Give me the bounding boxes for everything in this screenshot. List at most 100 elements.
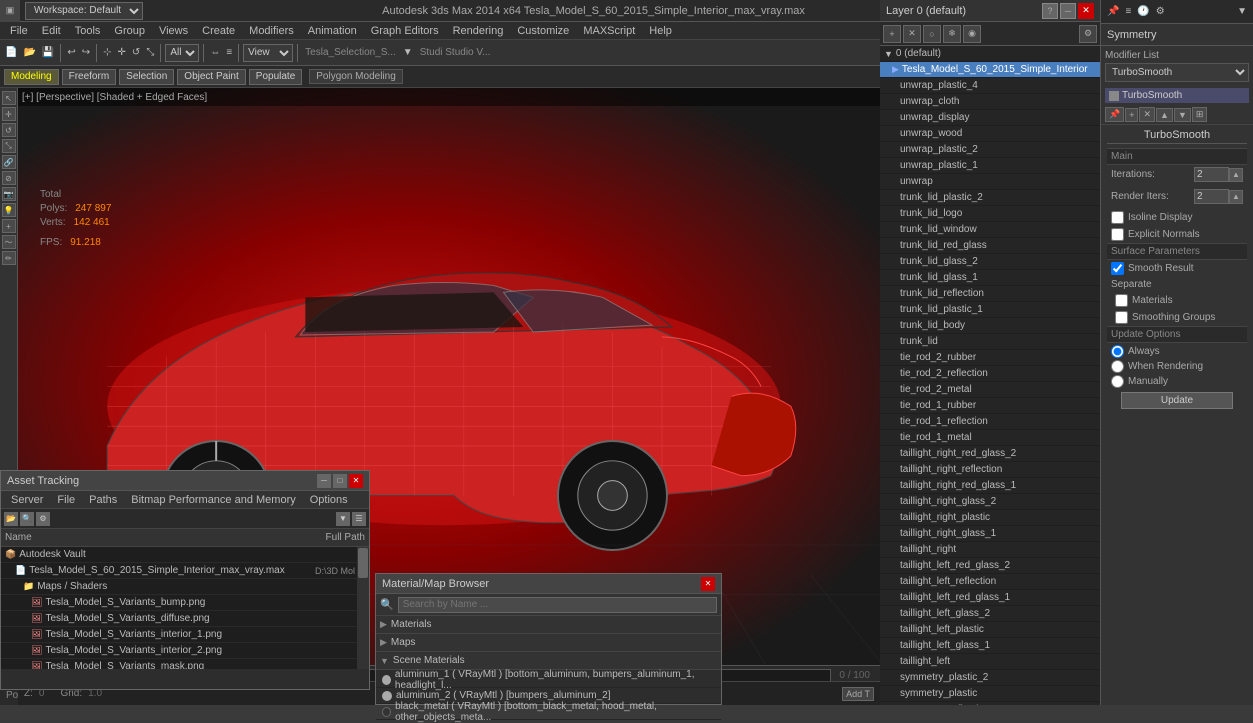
layer-item-15[interactable]: trunk_lid_reflection bbox=[880, 286, 1100, 302]
layer-item-2[interactable]: unwrap_plastic_4 bbox=[880, 78, 1100, 94]
layer-item-3[interactable]: unwrap_cloth bbox=[880, 94, 1100, 110]
menu-edit[interactable]: Edit bbox=[36, 24, 67, 38]
layers-minimize-btn[interactable]: ─ bbox=[1060, 3, 1076, 19]
layer-freeze-btn[interactable]: ❄ bbox=[943, 25, 961, 43]
modeling-mode-btn[interactable]: Modeling bbox=[4, 69, 59, 85]
mod-remove-btn[interactable]: ✕ bbox=[1139, 107, 1155, 122]
mod-settings-icon[interactable]: ⚙ bbox=[1154, 4, 1167, 19]
asset-map-2[interactable]: 🖼 Tesla_Model_S_Variants_diffuse.png bbox=[1, 611, 369, 627]
layer-item-35[interactable]: taillight_left_glass_2 bbox=[880, 606, 1100, 622]
scale-tool[interactable]: ⤡ bbox=[2, 139, 16, 153]
update-btn[interactable]: Update bbox=[1121, 392, 1233, 409]
open-icon[interactable]: 📂 bbox=[21, 45, 37, 60]
align-icon[interactable]: ≡ bbox=[224, 45, 234, 60]
layer-item-31[interactable]: taillight_right bbox=[880, 542, 1100, 558]
layer-item-40[interactable]: symmetry_plastic bbox=[880, 686, 1100, 702]
layer-item-13[interactable]: trunk_lid_glass_2 bbox=[880, 254, 1100, 270]
layer-item-34[interactable]: taillight_left_red_glass_1 bbox=[880, 590, 1100, 606]
selection-filter[interactable]: All bbox=[165, 44, 199, 62]
mod-copy-btn[interactable]: ⊞ bbox=[1192, 107, 1208, 122]
redo-icon[interactable]: ↪ bbox=[80, 45, 92, 60]
new-icon[interactable]: 📄 bbox=[3, 45, 19, 60]
add-time-btn[interactable]: Add T bbox=[842, 687, 874, 701]
select-tool[interactable]: ↖ bbox=[2, 91, 16, 105]
layer-item-32[interactable]: taillight_left_red_glass_2 bbox=[880, 558, 1100, 574]
layer-render-btn[interactable]: ◉ bbox=[963, 25, 981, 43]
menu-file[interactable]: File bbox=[4, 24, 34, 38]
rotate-tool[interactable]: ↺ bbox=[2, 123, 16, 137]
asset-map-5[interactable]: 🖼 Tesla_Model_S_Variants_mask.png bbox=[1, 659, 369, 669]
always-radio[interactable] bbox=[1111, 345, 1124, 358]
freeform-mode-btn[interactable]: Freeform bbox=[62, 69, 117, 85]
mat-item-1[interactable]: aluminum_1 ( VRayMtl ) [bottom_aluminum,… bbox=[376, 672, 721, 688]
mat-close-btn[interactable]: ✕ bbox=[701, 577, 715, 591]
asset-minimize-btn[interactable]: ─ bbox=[317, 474, 331, 488]
layer-item-19[interactable]: tie_rod_2_rubber bbox=[880, 350, 1100, 366]
layer-item-30[interactable]: taillight_right_glass_1 bbox=[880, 526, 1100, 542]
layer-item-29[interactable]: taillight_right_plastic bbox=[880, 510, 1100, 526]
mod-down-btn[interactable]: ▼ bbox=[1174, 108, 1191, 122]
menu-graph-editors[interactable]: Graph Editors bbox=[365, 24, 445, 38]
layer-item-8[interactable]: unwrap bbox=[880, 174, 1100, 190]
menu-rendering[interactable]: Rendering bbox=[447, 24, 510, 38]
layer-item-18[interactable]: trunk_lid bbox=[880, 334, 1100, 350]
isoline-checkbox[interactable] bbox=[1111, 211, 1124, 224]
turbosm-stack-item[interactable]: TurboSmooth bbox=[1105, 88, 1249, 103]
layer-item-33[interactable]: taillight_left_reflection bbox=[880, 574, 1100, 590]
layer-item-11[interactable]: trunk_lid_window bbox=[880, 222, 1100, 238]
layer-item-7[interactable]: unwrap_plastic_1 bbox=[880, 158, 1100, 174]
space-warp-tool[interactable]: 〜 bbox=[2, 235, 16, 249]
asset-file-row[interactable]: 📄 Tesla_Model_S_60_2015_Simple_Interior_… bbox=[1, 563, 369, 579]
menu-views[interactable]: Views bbox=[153, 24, 194, 38]
layer-item-root[interactable]: ▼ 0 (default) bbox=[880, 46, 1100, 62]
asset-map-3[interactable]: 🖼 Tesla_Model_S_Variants_interior_1.png bbox=[1, 627, 369, 643]
mod-add-btn[interactable]: + bbox=[1125, 108, 1138, 122]
object-paint-btn[interactable]: Object Paint bbox=[177, 69, 245, 85]
mat-materials-section[interactable]: ▶ Materials bbox=[376, 616, 721, 634]
mod-history-icon[interactable]: 🕐 bbox=[1135, 4, 1151, 19]
light-tool[interactable]: 💡 bbox=[2, 203, 16, 217]
rotate-icon[interactable]: ↺ bbox=[130, 45, 142, 60]
asset-tb-btn3[interactable]: ⚙ bbox=[36, 512, 50, 526]
asset-close-btn[interactable]: ✕ bbox=[349, 474, 363, 488]
selection-mode-btn[interactable]: Selection bbox=[119, 69, 174, 85]
layers-help-btn[interactable]: ? bbox=[1042, 3, 1058, 19]
asset-vault-row[interactable]: 📦 Autodesk Vault bbox=[1, 547, 369, 563]
when-rendering-radio[interactable] bbox=[1111, 360, 1124, 373]
layer-item-17[interactable]: trunk_lid_body bbox=[880, 318, 1100, 334]
populate-btn[interactable]: Populate bbox=[249, 69, 302, 85]
mod-up-btn[interactable]: ▲ bbox=[1156, 108, 1173, 122]
mod-pin-btn[interactable]: 📌 bbox=[1105, 107, 1124, 122]
layer-hide-btn[interactable]: ○ bbox=[923, 25, 941, 43]
layer-item-38[interactable]: taillight_left bbox=[880, 654, 1100, 670]
asset-menu-bitmap[interactable]: Bitmap Performance and Memory bbox=[125, 493, 301, 507]
menu-modifiers[interactable]: Modifiers bbox=[243, 24, 300, 38]
link-tool[interactable]: 🔗 bbox=[2, 155, 16, 169]
layer-item-9[interactable]: trunk_lid_plastic_2 bbox=[880, 190, 1100, 206]
mat-item-3[interactable]: black_metal ( VRayMtl ) [bottom_black_me… bbox=[376, 704, 721, 720]
mod-more-icon[interactable]: ▼ bbox=[1235, 4, 1249, 19]
asset-maps-folder[interactable]: 📁 Maps / Shaders bbox=[1, 579, 369, 595]
layer-item-6[interactable]: unwrap_plastic_2 bbox=[880, 142, 1100, 158]
menu-tools[interactable]: Tools bbox=[69, 24, 107, 38]
asset-scroll-thumb[interactable] bbox=[358, 548, 368, 578]
menu-maxscript[interactable]: MAXScript bbox=[577, 24, 641, 38]
layer-item-16[interactable]: trunk_lid_plastic_1 bbox=[880, 302, 1100, 318]
menu-customize[interactable]: Customize bbox=[511, 24, 575, 38]
smooth-result-checkbox[interactable] bbox=[1111, 262, 1124, 275]
materials-checkbox[interactable] bbox=[1115, 294, 1128, 307]
asset-scrollbar[interactable] bbox=[357, 547, 369, 669]
menu-animation[interactable]: Animation bbox=[302, 24, 363, 38]
layer-item-37[interactable]: taillight_left_glass_1 bbox=[880, 638, 1100, 654]
menu-help[interactable]: Help bbox=[643, 24, 678, 38]
asset-menu-server[interactable]: Server bbox=[5, 493, 49, 507]
modifier-list-dropdown[interactable]: TurboSmooth bbox=[1105, 63, 1249, 82]
mat-maps-section[interactable]: ▶ Maps bbox=[376, 634, 721, 652]
unlink-tool[interactable]: ⊘ bbox=[2, 171, 16, 185]
smoothing-groups-checkbox[interactable] bbox=[1115, 311, 1128, 324]
layers-close-btn[interactable]: ✕ bbox=[1078, 3, 1094, 19]
asset-menu-paths[interactable]: Paths bbox=[83, 493, 123, 507]
layer-new-btn[interactable]: + bbox=[883, 25, 901, 43]
asset-tb-btn5[interactable]: ☰ bbox=[352, 512, 366, 526]
layer-item-4[interactable]: unwrap_display bbox=[880, 110, 1100, 126]
